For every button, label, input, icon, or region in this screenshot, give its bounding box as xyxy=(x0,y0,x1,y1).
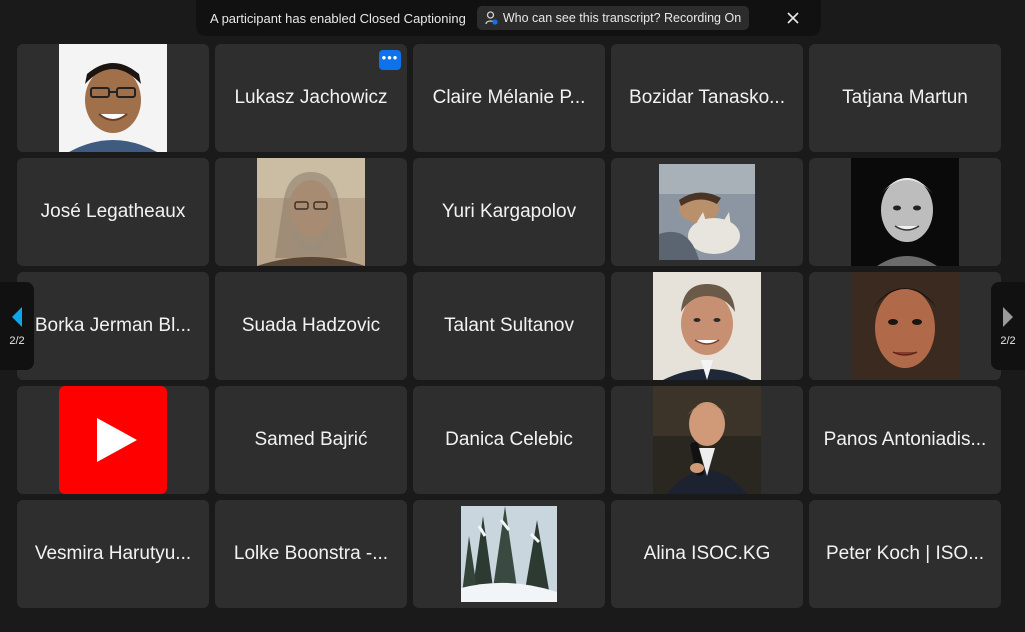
participant-name: Suada Hadzovic xyxy=(241,315,381,336)
participant-tile[interactable]: Alina ISOC.KG xyxy=(611,500,803,608)
participant-tile[interactable]: Talant Sultanov xyxy=(413,272,605,380)
chevron-right-icon xyxy=(1003,307,1013,327)
participant-tile[interactable] xyxy=(611,386,803,494)
participant-video xyxy=(59,44,167,152)
caption-banner: A participant has enabled Closed Caption… xyxy=(196,0,821,36)
participant-tile[interactable]: Borka Jerman Bl... xyxy=(17,272,209,380)
participant-name: Lukasz Jachowicz xyxy=(234,87,388,108)
participant-name: Danica Celebic xyxy=(445,429,573,450)
participant-tile[interactable] xyxy=(215,158,407,266)
participant-name: Tatjana Martun xyxy=(842,87,968,108)
transcript-visibility-button[interactable]: Who can see this transcript? Recording O… xyxy=(476,6,750,30)
participant-name: Peter Koch | ISO... xyxy=(825,543,985,564)
participant-video xyxy=(851,272,959,380)
participant-video xyxy=(851,158,959,266)
participant-name: Borka Jerman Bl... xyxy=(34,315,192,336)
chevron-left-icon xyxy=(12,307,22,327)
participant-video xyxy=(461,506,557,602)
participant-tile[interactable]: Tatjana Martun xyxy=(809,44,1001,152)
participant-tile[interactable] xyxy=(809,272,1001,380)
participant-tile[interactable] xyxy=(611,272,803,380)
participant-video xyxy=(659,164,755,260)
participant-video xyxy=(653,272,761,380)
participant-tile[interactable] xyxy=(17,386,209,494)
participant-name: Samed Bajrić xyxy=(254,429,368,450)
participant-name: Claire Mélanie P... xyxy=(432,87,586,108)
youtube-play-icon xyxy=(59,386,167,494)
previous-page-button[interactable]: 2/2 xyxy=(0,282,34,370)
participant-tile[interactable]: Bozidar Tanasko... xyxy=(611,44,803,152)
transcript-visibility-label: Who can see this transcript? Recording O… xyxy=(502,11,742,25)
participant-tile[interactable]: Peter Koch | ISO... xyxy=(809,500,1001,608)
caption-notice-text: A participant has enabled Closed Caption… xyxy=(210,10,466,26)
participant-tile[interactable]: Lolke Boonstra -... xyxy=(215,500,407,608)
participant-tile[interactable] xyxy=(809,158,1001,266)
next-page-button[interactable]: 2/2 xyxy=(991,282,1025,370)
participant-tile[interactable] xyxy=(611,158,803,266)
participant-tile[interactable]: Lukasz Jachowicz ••• xyxy=(215,44,407,152)
page-indicator: 2/2 xyxy=(9,335,25,347)
participant-tile[interactable]: Yuri Kargapolov xyxy=(413,158,605,266)
participant-tile[interactable]: Vesmira Harutyu... xyxy=(17,500,209,608)
participant-name: Alina ISOC.KG xyxy=(643,543,771,564)
participant-video xyxy=(257,158,365,266)
participant-tile[interactable]: Panos Antoniadis... xyxy=(809,386,1001,494)
participant-grid: Lukasz Jachowicz ••• Claire Mélanie P...… xyxy=(17,44,1001,608)
participant-name: José Legatheaux xyxy=(40,201,186,222)
participant-tile[interactable]: Suada Hadzovic xyxy=(215,272,407,380)
participant-tile[interactable]: Claire Mélanie P... xyxy=(413,44,605,152)
participant-tile[interactable]: Samed Bajrić xyxy=(215,386,407,494)
participant-name: Yuri Kargapolov xyxy=(441,201,577,222)
close-icon xyxy=(787,12,799,24)
close-banner-button[interactable] xyxy=(785,10,801,26)
participant-tile[interactable]: José Legatheaux xyxy=(17,158,209,266)
more-options-button[interactable]: ••• xyxy=(379,50,401,70)
participant-name: Panos Antoniadis... xyxy=(823,429,987,450)
participant-name: Bozidar Tanasko... xyxy=(629,87,785,108)
ellipsis-icon: ••• xyxy=(381,50,399,65)
participant-name: Vesmira Harutyu... xyxy=(34,543,192,564)
participant-tile[interactable]: Danica Celebic xyxy=(413,386,605,494)
participant-video xyxy=(653,386,761,494)
person-icon xyxy=(485,11,498,25)
page-indicator: 2/2 xyxy=(1000,335,1016,347)
participant-name: Lolke Boonstra -... xyxy=(233,543,389,564)
participant-name: Talant Sultanov xyxy=(444,315,574,336)
participant-tile[interactable] xyxy=(17,44,209,152)
participant-tile[interactable] xyxy=(413,500,605,608)
